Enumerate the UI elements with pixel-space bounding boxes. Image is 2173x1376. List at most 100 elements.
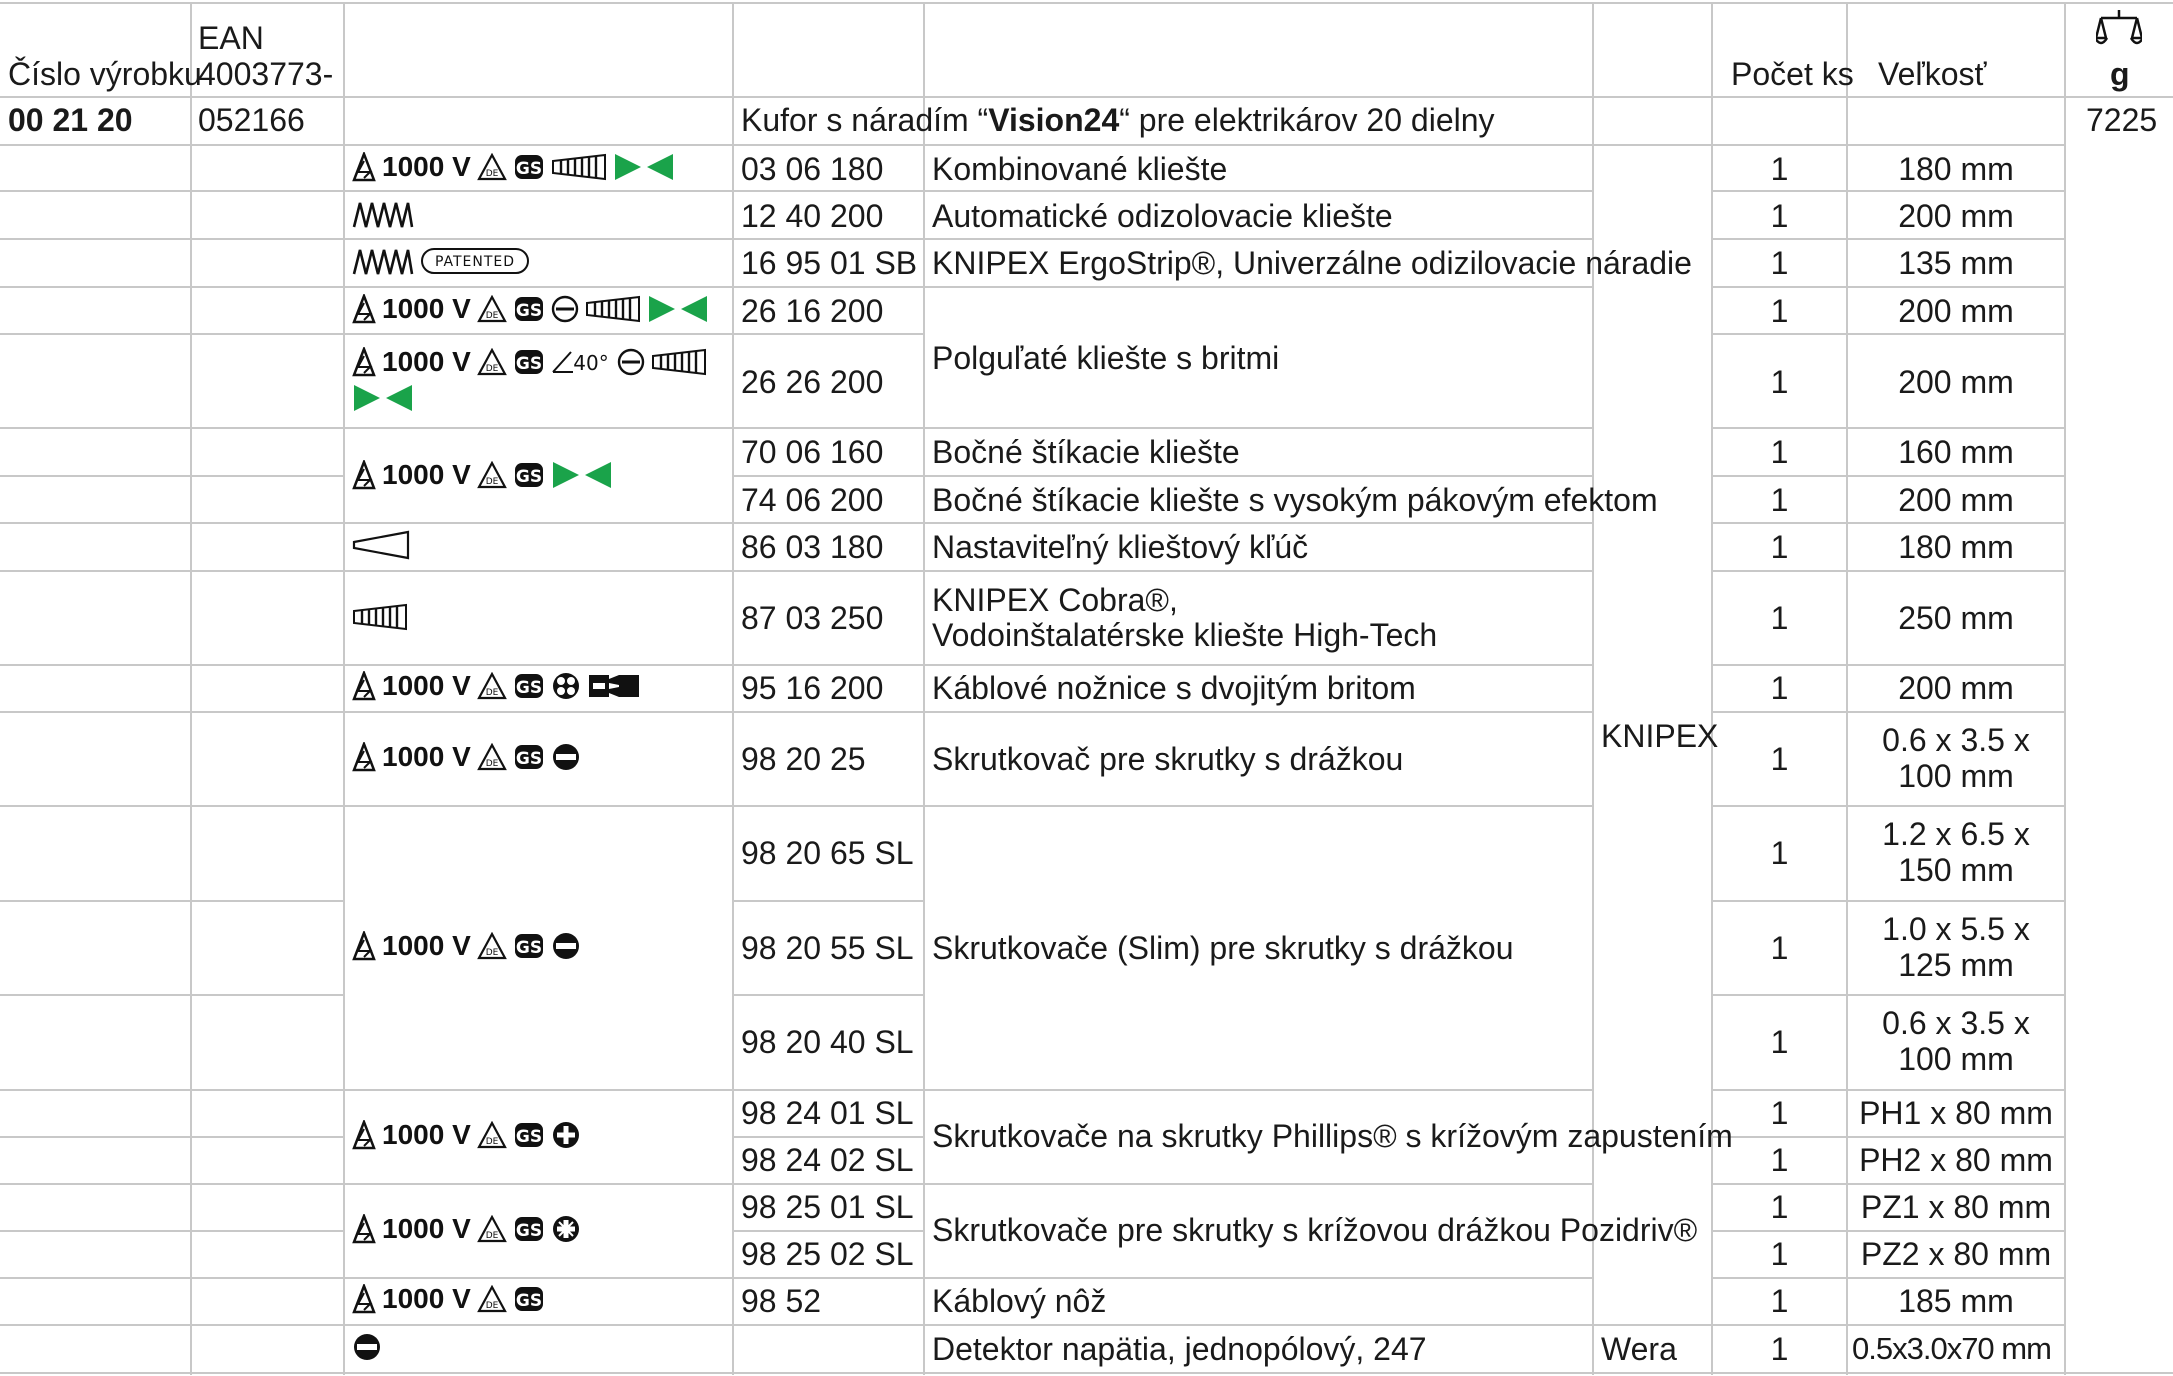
symbol-group [352,600,408,634]
svg-text:GS: GS [516,1221,542,1241]
article-description: Nastaviteľný klieštový kľúč [932,529,1309,565]
grid-line [732,1136,923,1138]
article-size: 180 mm [1898,529,2014,565]
article-description: KNIPEX Cobra®, [932,582,1178,618]
grid-line [1592,3,1594,1375]
grid-line [1711,333,2064,335]
article-code: 26 26 200 [741,364,884,400]
grip-icon [551,153,606,181]
de-test-icon: DE [476,295,507,323]
symbol-group: 1000 V DE GS [352,740,581,774]
article-description: Kombinované kliešte [932,151,1228,187]
de-test-icon: DE [476,153,507,181]
article-description: Káblové nožnice s dvojitým britom [932,670,1416,706]
article-size: 160 mm [1898,434,2014,470]
symbol-group [352,1330,382,1364]
grid-line [0,238,1592,240]
cutting-edge-icon [648,296,707,322]
grid-line [1711,900,2064,902]
article-description: Bočné štíkacie kliešte s vysokým pákovým… [932,482,1658,518]
svg-text:DE: DE [485,948,498,958]
de-test-icon: DE [476,348,507,376]
set-weight: 7225 [2086,102,2158,138]
grid-line [1711,805,2064,807]
grid-line [0,711,1592,713]
article-size: 200 mm [1898,364,2014,400]
grid-line [1711,190,2064,192]
article-code: 26 16 200 [741,293,884,329]
de-test-icon: DE [476,932,507,960]
grid-line [1711,522,2064,524]
grid-line [0,805,1592,807]
svg-text:DE: DE [485,1301,498,1311]
slotted-screw-icon [552,933,579,959]
grid-line [0,664,1592,666]
insulation-icon [352,294,376,324]
article-size: 1.0 x 5.5 x 125 mm [1882,911,2030,983]
voltage-label: 1000 V [382,151,471,182]
symbol-group: 1000 V DE GS [352,150,675,184]
grip-icon [585,295,640,323]
insulation-icon [352,152,376,182]
article-code: 98 24 02 SL [741,1142,914,1178]
grid-line [0,475,343,477]
article-description: Bočné štíkacie kliešte [932,434,1240,470]
grip-icon [651,348,706,376]
article-qty: 1 [1770,835,1789,871]
svg-text:GS: GS [516,354,542,374]
grid-line [0,96,2173,98]
article-code: 98 20 40 SL [741,1024,914,1060]
symbol-group [352,381,414,415]
cutting-edge-icon [552,462,611,488]
wrench-jaw-icon [352,530,410,560]
svg-text:DE: DE [485,169,498,179]
header-ean-line1: EAN [198,20,264,56]
grid-line [0,190,1592,192]
symbol-group: PATENTED [352,244,530,278]
header-ean-line2: 4003773- [198,56,334,92]
cable-cross-section-icon [552,673,579,699]
article-size: 135 mm [1898,245,2014,281]
article-code: 98 52 [741,1283,822,1319]
grid-line [1711,1230,2064,1232]
grid-line [2064,3,2066,1375]
grid-line [1711,994,2064,996]
article-size: 180 mm [1898,151,2014,187]
article-size: 200 mm [1898,482,2014,518]
article-size: 0.6 x 3.5 x 100 mm [1882,1005,2030,1077]
article-qty: 1 [1770,529,1789,565]
double-blade-icon [588,675,639,697]
article-qty: 1 [1770,198,1789,234]
article-qty: 1 [1770,1236,1789,1272]
article-size: PZ2 x 80 mm [1860,1236,2052,1272]
grid-line [1711,1183,2064,1185]
article-code: 95 16 200 [741,670,884,706]
grid-line [0,427,1592,429]
grid-line [0,144,2064,146]
scale-icon [2093,8,2145,57]
article-code: 12 40 200 [741,198,884,234]
article-code: 98 20 65 SL [741,835,914,871]
article-size: 185 mm [1898,1283,2014,1319]
article-description: Vodoinštalatérske kliešte High-Tech [932,617,1438,653]
grid-line [0,1183,1592,1185]
grid-line [0,570,1592,572]
grid-line [732,1230,923,1232]
slotted-screw-icon [552,744,579,770]
voltage-label: 1000 V [382,459,471,490]
article-qty: 1 [1770,293,1789,329]
article-description: Automatické odizolovacie kliešte [932,198,1393,234]
svg-text:GS: GS [516,301,542,321]
article-size: 250 mm [1898,600,2014,636]
cutting-edge-icon [354,385,412,411]
header-product-no: Číslo výrobku [8,56,202,92]
article-qty: 1 [1770,482,1789,518]
article-qty: 1 [1770,930,1789,966]
insulation-icon [352,1284,376,1314]
de-test-icon: DE [476,672,507,700]
article-qty: 1 [1770,364,1789,400]
article-size: 200 mm [1898,293,2014,329]
de-test-icon: DE [476,1121,507,1149]
symbol-group: 1000 V DE GS [352,929,581,963]
article-description: Skrutkovač pre skrutky s drážkou [932,741,1404,777]
